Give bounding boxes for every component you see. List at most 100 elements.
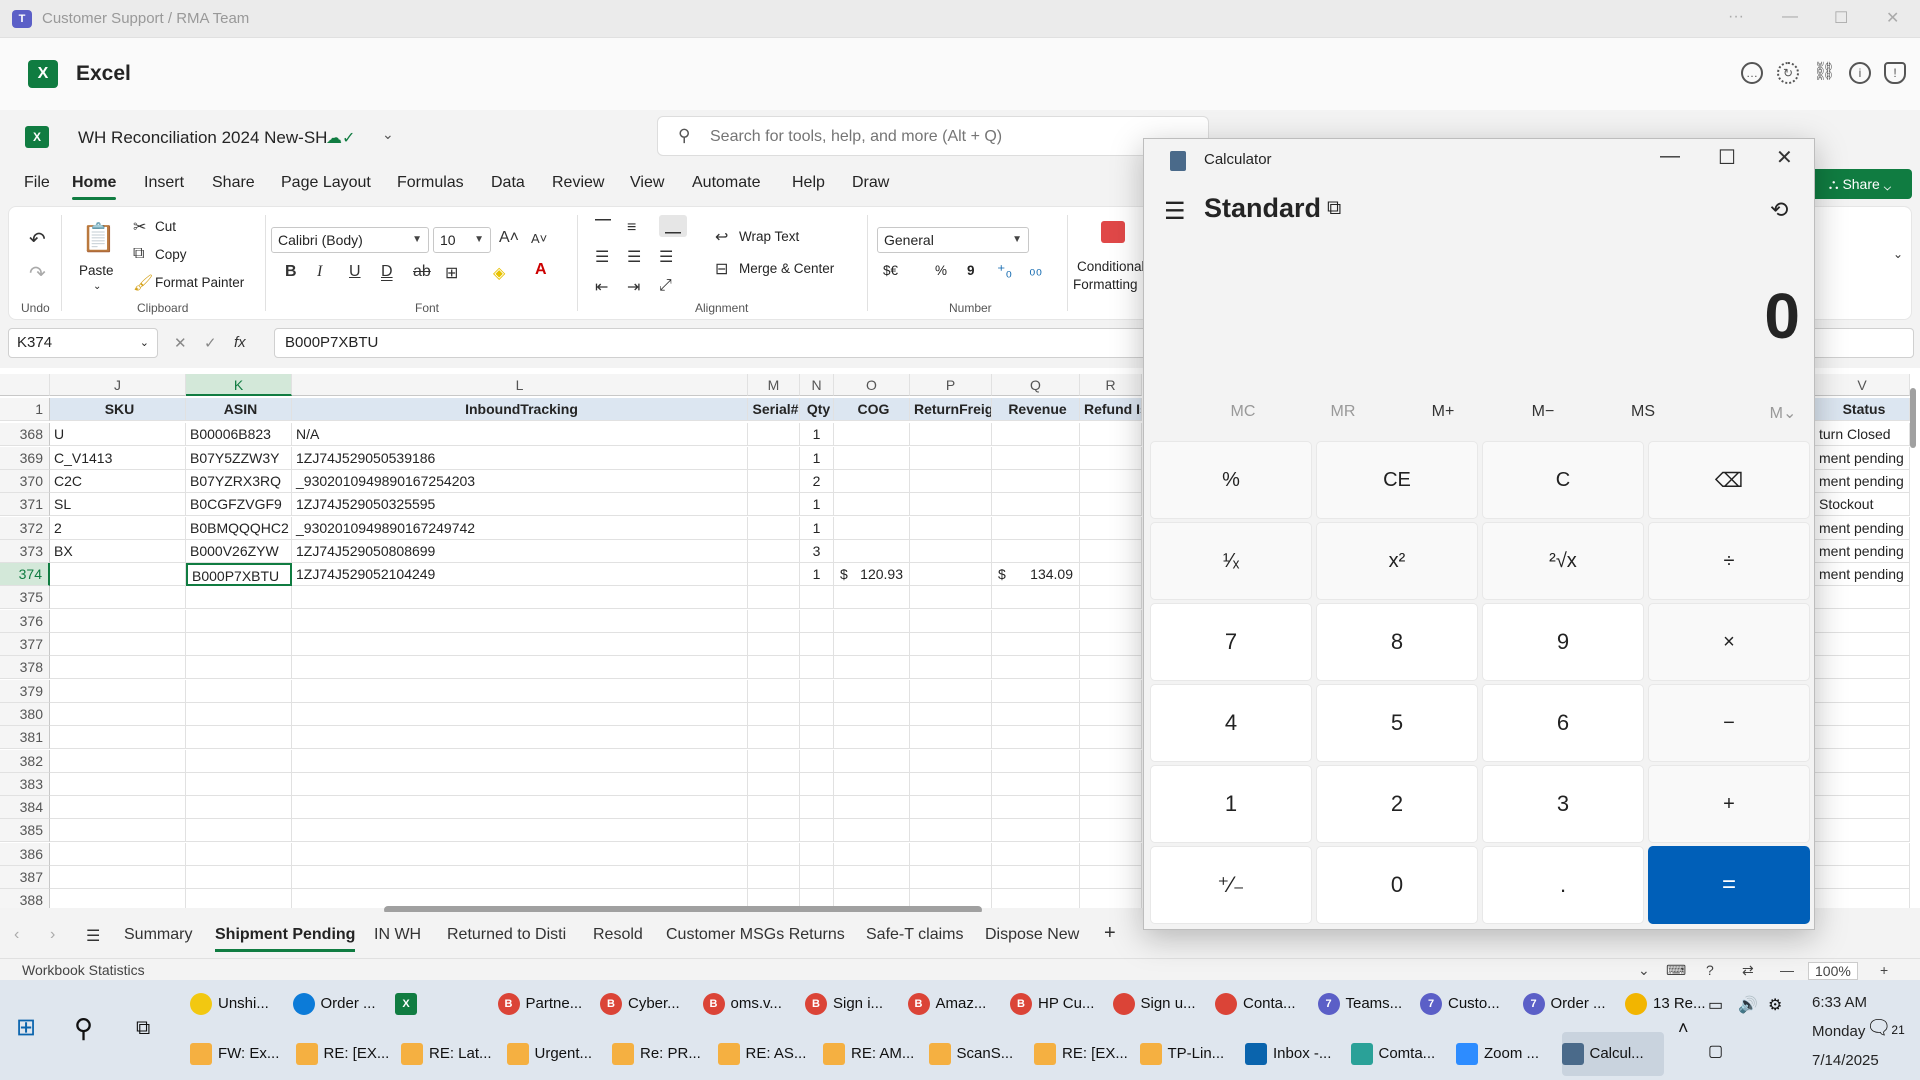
fill-color-icon[interactable]: ◈ — [493, 263, 505, 283]
document-title[interactable]: WH Reconciliation 2024 New-SH — [78, 128, 327, 148]
align-left-icon[interactable]: ☰ — [595, 247, 609, 267]
empty-cell[interactable] — [992, 749, 1080, 773]
sheet-tab-summary[interactable]: Summary — [124, 926, 192, 944]
taskbar-app[interactable]: X — [395, 982, 493, 1026]
column-header-J[interactable]: J — [50, 374, 186, 396]
empty-cell[interactable] — [834, 609, 910, 633]
empty-cell[interactable] — [50, 679, 186, 703]
empty-cell[interactable] — [748, 796, 800, 820]
row-header[interactable]: 371 — [0, 493, 50, 517]
tab-page-layout[interactable]: Page Layout — [281, 174, 371, 192]
percent-button[interactable]: % — [1150, 441, 1312, 519]
tab-home[interactable]: Home — [72, 174, 117, 200]
column-header-M[interactable]: M — [748, 374, 800, 396]
empty-cell[interactable] — [910, 866, 992, 889]
empty-cell[interactable] — [800, 633, 834, 656]
cell-M369[interactable] — [748, 446, 800, 470]
multiply-button[interactable]: × — [1648, 603, 1810, 681]
empty-cell[interactable] — [50, 749, 186, 773]
cell-V374[interactable]: ment pending — [1815, 563, 1910, 587]
one-button[interactable]: 1 — [1150, 765, 1312, 843]
empty-cell[interactable] — [1815, 796, 1910, 820]
row-header[interactable]: 370 — [0, 469, 50, 493]
font-name-select[interactable]: Calibri (Body) ▼ — [271, 227, 429, 253]
empty-cell[interactable] — [992, 656, 1080, 680]
row-header[interactable]: 383 — [0, 772, 50, 796]
empty-cell[interactable] — [992, 633, 1080, 656]
chevron-down-icon[interactable]: ⌄ — [1638, 962, 1650, 979]
cell-P374[interactable] — [910, 563, 992, 587]
increase-indent-icon[interactable]: ⇥ — [627, 277, 640, 297]
windows-start-icon[interactable]: ⊞ — [16, 1006, 36, 1050]
decrease-indent-icon[interactable]: ⇤ — [595, 277, 608, 297]
workbook-statistics[interactable]: Workbook Statistics — [22, 962, 145, 978]
keep-on-top-icon[interactable]: ⧉ — [1327, 197, 1341, 220]
empty-cell[interactable] — [800, 679, 834, 703]
cell-K372[interactable]: B0BMQQQHC2 — [186, 516, 292, 540]
empty-cell[interactable] — [992, 796, 1080, 820]
negate-button[interactable]: ⁺⁄₋ — [1150, 846, 1312, 924]
empty-cell[interactable] — [186, 819, 292, 843]
empty-cell[interactable] — [1080, 796, 1142, 820]
cell-L371[interactable]: 1ZJ74J529050325595 — [292, 493, 748, 517]
taskbar-app[interactable]: ScanS... — [928, 1032, 1031, 1076]
taskbar-app[interactable]: FW: Ex... — [190, 1032, 292, 1076]
empty-cell[interactable] — [186, 866, 292, 889]
empty-cell[interactable] — [748, 772, 800, 796]
empty-cell[interactable] — [186, 656, 292, 680]
volume-icon[interactable]: 🔊 — [1738, 984, 1758, 1028]
empty-cell[interactable] — [748, 749, 800, 773]
shield-icon[interactable]: ! — [1884, 62, 1906, 84]
empty-cell[interactable] — [292, 842, 748, 866]
hamburger-menu-icon[interactable]: ☰ — [1164, 197, 1186, 226]
taskbar-app[interactable]: RE: [EX... — [1034, 1032, 1136, 1076]
equals-button[interactable]: = — [1648, 846, 1810, 924]
network-icon[interactable]: ⚙ — [1768, 984, 1782, 1028]
sheet-tab-shipment-pending[interactable]: Shipment Pending — [215, 926, 356, 952]
empty-cell[interactable] — [186, 702, 292, 726]
calc-minimize-button[interactable]: — — [1660, 145, 1680, 168]
empty-cell[interactable] — [50, 889, 186, 908]
sheet-tab-resold[interactable]: Resold — [593, 926, 643, 944]
empty-cell[interactable] — [910, 726, 992, 750]
tab-review[interactable]: Review — [552, 174, 604, 192]
minimize-button[interactable]: — — [1782, 8, 1798, 26]
empty-cell[interactable] — [1080, 609, 1142, 633]
empty-cell[interactable] — [50, 772, 186, 796]
empty-cell[interactable] — [1815, 726, 1910, 750]
row-header[interactable]: 373 — [0, 539, 50, 563]
memory-button-2[interactable]: M+ — [1398, 403, 1488, 421]
empty-cell[interactable] — [992, 866, 1080, 889]
empty-cell[interactable] — [800, 772, 834, 796]
header-cell-J[interactable]: SKU — [50, 398, 186, 421]
empty-cell[interactable] — [992, 702, 1080, 726]
cell-L370[interactable]: _9302010949890167254203 — [292, 469, 748, 493]
taskbar-app[interactable]: Comta... — [1350, 1032, 1453, 1076]
header-cell-N[interactable]: Qty — [800, 398, 834, 421]
cell-O373[interactable] — [834, 539, 910, 563]
row-header[interactable]: 386 — [0, 842, 50, 866]
insert-function-icon[interactable]: fx — [234, 334, 246, 351]
empty-cell[interactable] — [748, 609, 800, 633]
empty-cell[interactable] — [292, 656, 748, 680]
cell-R371[interactable] — [1080, 493, 1142, 517]
more-options-icon[interactable]: ··· — [1728, 8, 1744, 26]
comma-button[interactable]: 9 — [967, 263, 975, 278]
zoom-out-button[interactable]: — — [1780, 962, 1794, 978]
row-header[interactable]: 378 — [0, 656, 50, 680]
empty-cell[interactable] — [992, 819, 1080, 843]
cell-L373[interactable]: 1ZJ74J529050808699 — [292, 539, 748, 563]
taskbar-app[interactable]: Zoom ... — [1456, 1032, 1558, 1076]
empty-cell[interactable] — [834, 656, 910, 680]
empty-cell[interactable] — [1080, 842, 1142, 866]
empty-cell[interactable] — [800, 609, 834, 633]
empty-cell[interactable] — [992, 679, 1080, 703]
tab-insert[interactable]: Insert — [144, 174, 184, 192]
empty-cell[interactable] — [1815, 889, 1910, 908]
cell-Q369[interactable] — [992, 446, 1080, 470]
view-icon[interactable]: ⇄ — [1742, 962, 1754, 979]
empty-cell[interactable] — [1815, 656, 1910, 680]
sheet-list-icon[interactable]: ☰ — [86, 926, 100, 946]
memory-button-5[interactable]: M⌄ — [1738, 403, 1828, 423]
tab-data[interactable]: Data — [491, 174, 525, 192]
